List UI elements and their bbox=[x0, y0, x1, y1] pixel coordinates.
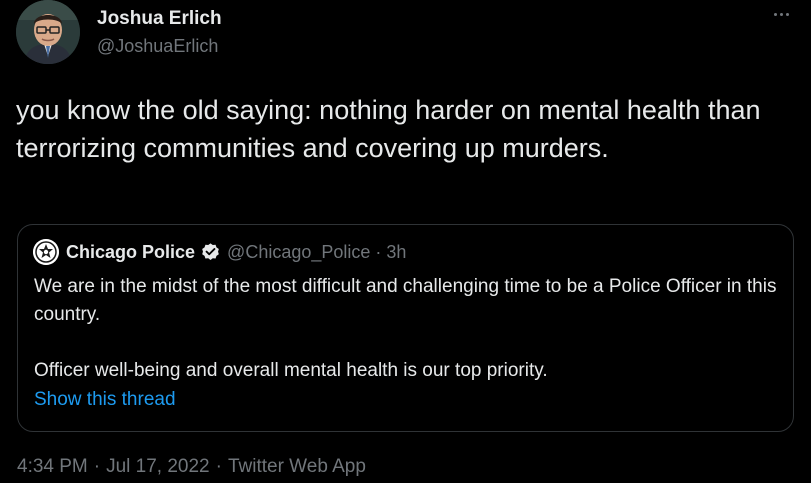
avatar[interactable] bbox=[16, 0, 80, 64]
author-handle[interactable]: @JoshuaErlich bbox=[97, 36, 218, 57]
quoted-paragraph-1: We are in the midst of the most difficul… bbox=[34, 276, 777, 325]
quoted-tweet-text: We are in the midst of the most difficul… bbox=[34, 273, 779, 385]
quoted-tweet[interactable]: Chicago Police @Chicago_Police · 3h We a… bbox=[17, 224, 794, 432]
quoted-separator: · bbox=[375, 241, 382, 262]
quoted-paragraph-2: Officer well-being and overall mental he… bbox=[34, 360, 548, 381]
meta-separator-2: · bbox=[215, 456, 222, 477]
tweet-date[interactable]: Jul 17, 2022 bbox=[106, 456, 210, 478]
quoted-author-name: Chicago Police bbox=[66, 241, 196, 262]
avatar-image bbox=[16, 0, 80, 64]
quoted-author-handle: @Chicago_Police bbox=[227, 241, 371, 262]
quoted-time[interactable]: 3h bbox=[386, 242, 406, 263]
tweet-source[interactable]: Twitter Web App bbox=[228, 456, 366, 478]
author-name[interactable]: Joshua Erlich bbox=[97, 8, 222, 30]
show-thread-link[interactable]: Show this thread bbox=[34, 389, 176, 411]
verified-badge-icon bbox=[200, 242, 221, 263]
tweet-text: you know the old saying: nothing harder … bbox=[16, 95, 761, 163]
police-star-icon bbox=[33, 239, 59, 265]
meta-separator-1: · bbox=[93, 456, 101, 477]
more-icon[interactable] bbox=[766, 4, 796, 24]
quoted-tweet-header: Chicago Police @Chicago_Police · 3h bbox=[33, 239, 406, 265]
tweet-container: Joshua Erlich @JoshuaErlich you know the… bbox=[0, 0, 811, 483]
tweet-time[interactable]: 4:34 PM bbox=[17, 456, 88, 478]
tweet-metadata: 4:34 PM · Jul 17, 2022 · Twitter Web App bbox=[17, 456, 366, 478]
